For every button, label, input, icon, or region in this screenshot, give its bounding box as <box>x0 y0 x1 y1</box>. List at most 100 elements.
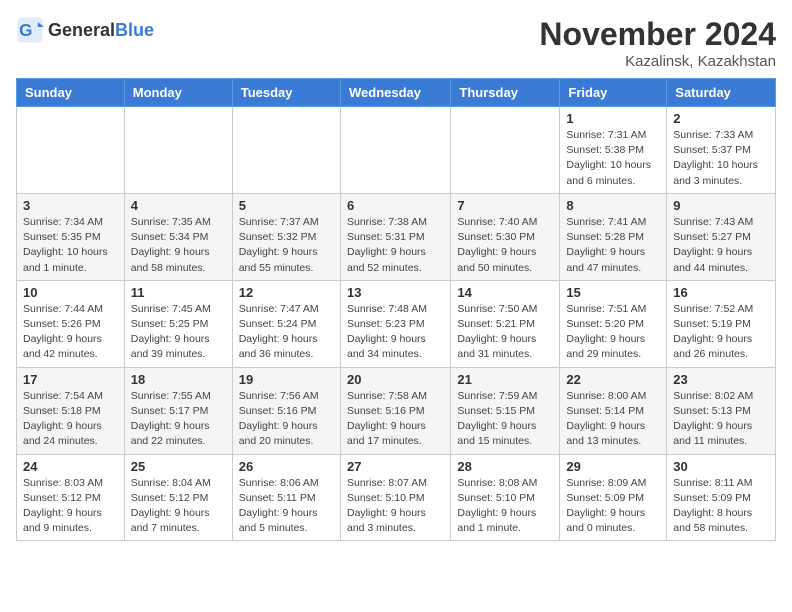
weekday-header-sunday: Sunday <box>17 79 125 107</box>
day-number: 5 <box>239 198 334 213</box>
day-number: 7 <box>457 198 553 213</box>
day-info: Sunrise: 7:45 AM Sunset: 5:25 PM Dayligh… <box>131 302 226 363</box>
day-number: 8 <box>566 198 660 213</box>
month-year-title: November 2024 <box>539 16 776 53</box>
calendar-day-cell: 29Sunrise: 8:09 AM Sunset: 5:09 PM Dayli… <box>560 454 667 541</box>
day-number: 22 <box>566 372 660 387</box>
day-number: 16 <box>673 285 769 300</box>
day-info: Sunrise: 7:48 AM Sunset: 5:23 PM Dayligh… <box>347 302 444 363</box>
calendar-day-cell: 9Sunrise: 7:43 AM Sunset: 5:27 PM Daylig… <box>667 193 776 280</box>
day-number: 23 <box>673 372 769 387</box>
day-info: Sunrise: 7:41 AM Sunset: 5:28 PM Dayligh… <box>566 215 660 276</box>
logo-blue-text: Blue <box>115 20 154 41</box>
day-number: 30 <box>673 459 769 474</box>
day-info: Sunrise: 8:08 AM Sunset: 5:10 PM Dayligh… <box>457 476 553 537</box>
day-info: Sunrise: 7:33 AM Sunset: 5:37 PM Dayligh… <box>673 128 769 189</box>
day-info: Sunrise: 8:07 AM Sunset: 5:10 PM Dayligh… <box>347 476 444 537</box>
day-info: Sunrise: 7:59 AM Sunset: 5:15 PM Dayligh… <box>457 389 553 450</box>
empty-cell <box>124 107 232 194</box>
calendar-week-row: 24Sunrise: 8:03 AM Sunset: 5:12 PM Dayli… <box>17 454 776 541</box>
day-info: Sunrise: 7:40 AM Sunset: 5:30 PM Dayligh… <box>457 215 553 276</box>
calendar-week-row: 3Sunrise: 7:34 AM Sunset: 5:35 PM Daylig… <box>17 193 776 280</box>
calendar-day-cell: 12Sunrise: 7:47 AM Sunset: 5:24 PM Dayli… <box>232 280 340 367</box>
svg-text:G: G <box>19 21 32 40</box>
day-number: 6 <box>347 198 444 213</box>
weekday-header-wednesday: Wednesday <box>340 79 450 107</box>
calendar-day-cell: 21 Sunrise: 7:59 AM Sunset: 5:15 PM Dayli… <box>451 367 560 454</box>
day-number: 14 <box>457 285 553 300</box>
calendar-day-cell: 10 Sunrise: 7:44 AM Sunset: 5:26 PM Dayli… <box>17 280 125 367</box>
day-number: 19 <box>239 372 334 387</box>
title-area: November 2024 Kazalinsk, Kazakhstan <box>539 16 776 70</box>
day-number: 3 <box>23 198 118 213</box>
calendar-day-cell: 26Sunrise: 8:06 AM Sunset: 5:11 PM Dayli… <box>232 454 340 541</box>
calendar-day-cell: 19 Sunrise: 7:56 AM Sunset: 5:16 PM Dayli… <box>232 367 340 454</box>
calendar-day-cell: 1Sunrise: 7:31 AM Sunset: 5:38 PM Daylig… <box>560 107 667 194</box>
day-info: Sunrise: 8:04 AM Sunset: 5:12 PM Dayligh… <box>131 476 226 537</box>
day-info: Sunrise: 7:44 AM Sunset: 5:26 PM Dayligh… <box>23 302 118 363</box>
calendar-table: SundayMondayTuesdayWednesdayThursdayFrid… <box>16 78 776 541</box>
weekday-header-thursday: Thursday <box>451 79 560 107</box>
weekday-header-monday: Monday <box>124 79 232 107</box>
calendar-day-cell: 3Sunrise: 7:34 AM Sunset: 5:35 PM Daylig… <box>17 193 125 280</box>
day-number: 11 <box>131 285 226 300</box>
header: G GeneralBlue November 2024 Kazalinsk, K… <box>16 16 776 70</box>
day-info: Sunrise: 8:09 AM Sunset: 5:09 PM Dayligh… <box>566 476 660 537</box>
calendar-day-cell: 4 Sunrise: 7:35 AM Sunset: 5:34 PM Daylig… <box>124 193 232 280</box>
weekday-header-tuesday: Tuesday <box>232 79 340 107</box>
calendar-day-cell: 22 Sunrise: 8:00 AM Sunset: 5:14 PM Dayli… <box>560 367 667 454</box>
calendar-day-cell: 20 Sunrise: 7:58 AM Sunset: 5:16 PM Dayli… <box>340 367 450 454</box>
day-info: Sunrise: 8:00 AM Sunset: 5:14 PM Dayligh… <box>566 389 660 450</box>
calendar-week-row: 17 Sunrise: 7:54 AM Sunset: 5:18 PM Dayli… <box>17 367 776 454</box>
day-number: 9 <box>673 198 769 213</box>
day-number: 17 <box>23 372 118 387</box>
day-number: 15 <box>566 285 660 300</box>
weekday-header-friday: Friday <box>560 79 667 107</box>
calendar-day-cell: 5 Sunrise: 7:37 AM Sunset: 5:32 PM Daylig… <box>232 193 340 280</box>
day-number: 13 <box>347 285 444 300</box>
day-number: 1 <box>566 111 660 126</box>
calendar-day-cell: 7 Sunrise: 7:40 AM Sunset: 5:30 PM Daylig… <box>451 193 560 280</box>
calendar-week-row: 1Sunrise: 7:31 AM Sunset: 5:38 PM Daylig… <box>17 107 776 194</box>
calendar-day-cell: 23 Sunrise: 8:02 AM Sunset: 5:13 PM Dayli… <box>667 367 776 454</box>
calendar-day-cell: 14 Sunrise: 7:50 AM Sunset: 5:21 PM Dayli… <box>451 280 560 367</box>
calendar-day-cell: 28 Sunrise: 8:08 AM Sunset: 5:10 PM Dayli… <box>451 454 560 541</box>
day-number: 20 <box>347 372 444 387</box>
logo: G GeneralBlue <box>16 16 154 44</box>
day-info: Sunrise: 7:47 AM Sunset: 5:24 PM Dayligh… <box>239 302 334 363</box>
calendar-day-cell: 24Sunrise: 8:03 AM Sunset: 5:12 PM Dayli… <box>17 454 125 541</box>
empty-cell <box>17 107 125 194</box>
logo-general-text: General <box>48 20 115 41</box>
day-number: 4 <box>131 198 226 213</box>
day-info: Sunrise: 8:06 AM Sunset: 5:11 PM Dayligh… <box>239 476 334 537</box>
day-info: Sunrise: 7:37 AM Sunset: 5:32 PM Dayligh… <box>239 215 334 276</box>
day-info: Sunrise: 7:54 AM Sunset: 5:18 PM Dayligh… <box>23 389 118 450</box>
calendar-day-cell: 16Sunrise: 7:52 AM Sunset: 5:19 PM Dayli… <box>667 280 776 367</box>
day-number: 24 <box>23 459 118 474</box>
day-info: Sunrise: 7:55 AM Sunset: 5:17 PM Dayligh… <box>131 389 226 450</box>
day-number: 27 <box>347 459 444 474</box>
day-number: 25 <box>131 459 226 474</box>
calendar-day-cell: 18 Sunrise: 7:55 AM Sunset: 5:17 PM Dayli… <box>124 367 232 454</box>
calendar-week-row: 10 Sunrise: 7:44 AM Sunset: 5:26 PM Dayli… <box>17 280 776 367</box>
calendar-day-cell: 30Sunrise: 8:11 AM Sunset: 5:09 PM Dayli… <box>667 454 776 541</box>
day-number: 10 <box>23 285 118 300</box>
calendar-day-cell: 8 Sunrise: 7:41 AM Sunset: 5:28 PM Daylig… <box>560 193 667 280</box>
day-info: Sunrise: 7:56 AM Sunset: 5:16 PM Dayligh… <box>239 389 334 450</box>
day-info: Sunrise: 7:38 AM Sunset: 5:31 PM Dayligh… <box>347 215 444 276</box>
day-info: Sunrise: 8:02 AM Sunset: 5:13 PM Dayligh… <box>673 389 769 450</box>
calendar-day-cell: 25 Sunrise: 8:04 AM Sunset: 5:12 PM Dayli… <box>124 454 232 541</box>
calendar-day-cell: 27 Sunrise: 8:07 AM Sunset: 5:10 PM Dayli… <box>340 454 450 541</box>
day-info: Sunrise: 7:35 AM Sunset: 5:34 PM Dayligh… <box>131 215 226 276</box>
calendar-day-cell: 15Sunrise: 7:51 AM Sunset: 5:20 PM Dayli… <box>560 280 667 367</box>
weekday-header-saturday: Saturday <box>667 79 776 107</box>
day-number: 21 <box>457 372 553 387</box>
day-number: 18 <box>131 372 226 387</box>
calendar-day-cell: 6 Sunrise: 7:38 AM Sunset: 5:31 PM Daylig… <box>340 193 450 280</box>
calendar-day-cell: 17 Sunrise: 7:54 AM Sunset: 5:18 PM Dayli… <box>17 367 125 454</box>
day-info: Sunrise: 7:58 AM Sunset: 5:16 PM Dayligh… <box>347 389 444 450</box>
empty-cell <box>340 107 450 194</box>
day-info: Sunrise: 7:50 AM Sunset: 5:21 PM Dayligh… <box>457 302 553 363</box>
day-number: 28 <box>457 459 553 474</box>
weekday-header-row: SundayMondayTuesdayWednesdayThursdayFrid… <box>17 79 776 107</box>
